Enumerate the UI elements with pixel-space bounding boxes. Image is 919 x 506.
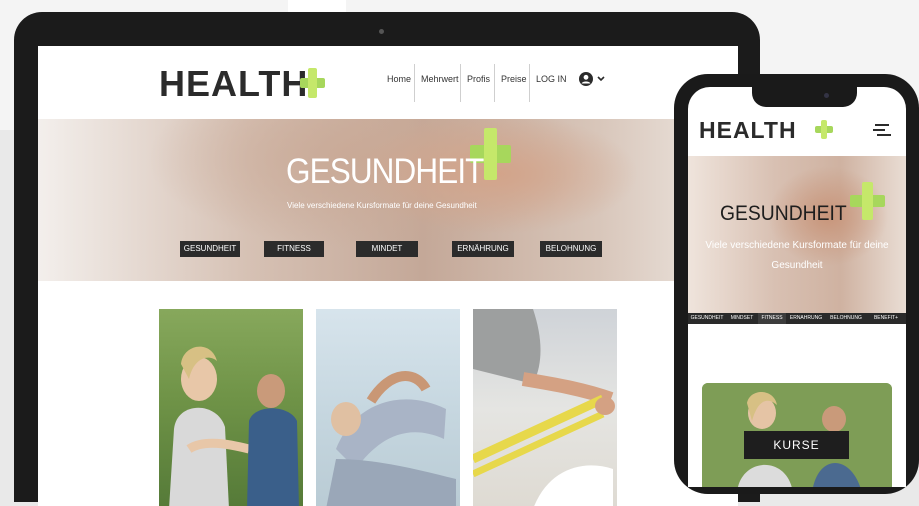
phone-course-card[interactable]: KURSE	[702, 383, 892, 487]
phone-category-benefit[interactable]: BENEFIT+	[866, 313, 906, 324]
stretching-illustration	[326, 371, 456, 506]
phone-hero-plus-icon	[850, 182, 885, 220]
phone-hero-title: GESUNDHEIT	[720, 202, 847, 225]
kurse-button[interactable]: KURSE	[744, 431, 849, 459]
phone-camera	[824, 93, 829, 98]
phone-category-ernahrung[interactable]: ERNAHRUNG	[786, 313, 826, 324]
chevron-down-icon[interactable]	[597, 76, 605, 82]
phone-frame: HEALTH GESUNDHEIT Viele verschiedene Kur…	[674, 74, 919, 494]
phone-screen: HEALTH GESUNDHEIT Viele verschiedene Kur…	[688, 87, 906, 487]
nav-divider	[529, 64, 530, 102]
category-button-mindet[interactable]: MINDET	[356, 241, 418, 257]
hero-subtitle: Viele verschiedene Kursformate für deine…	[287, 201, 477, 210]
nav-divider	[460, 64, 461, 102]
nav-home[interactable]: Home	[387, 74, 411, 84]
phone-notch	[752, 87, 857, 107]
category-button-fitness[interactable]: FITNESS	[264, 241, 324, 257]
nav-preise[interactable]: Preise	[501, 74, 527, 84]
phone-category-gesundheit[interactable]: GESUNDHEIT	[688, 313, 726, 324]
phone-category-fitness[interactable]: FITNESS	[758, 313, 786, 324]
laptop-frame: HEALTH Home Mehrwert Profis Preise LOG I…	[14, 12, 760, 506]
category-button-gesundheit[interactable]: GESUNDHEIT	[180, 241, 240, 257]
laptop-camera	[379, 29, 384, 34]
nav-profis[interactable]: Profis	[467, 74, 490, 84]
nav-divider	[494, 64, 495, 102]
logo-text: HEALTH	[159, 63, 309, 104]
phone-logo-text: HEALTH	[699, 117, 797, 143]
phone-hero-subtitle: Viele verschiedene Kursformate für deine…	[705, 240, 889, 271]
stretching-photo[interactable]	[316, 309, 460, 506]
category-button-belohnung[interactable]: BELOHNUNG	[540, 241, 602, 257]
nav-mehrwert[interactable]: Mehrwert	[421, 74, 459, 84]
resistance-band-photo[interactable]	[471, 309, 617, 506]
resistance-band-illustration	[471, 309, 615, 506]
site-header: HEALTH Home Mehrwert Profis Preise LOG I…	[38, 46, 738, 119]
background-notch	[288, 0, 346, 12]
site-logo[interactable]: HEALTH	[159, 63, 308, 105]
hero-title: GESUNDHEIT	[286, 152, 484, 191]
user-avatar-icon[interactable]	[579, 72, 593, 86]
hamburger-menu-icon[interactable]	[873, 123, 891, 137]
yoga-illustration	[169, 346, 299, 506]
category-button-ernaehrung[interactable]: ERNÄHRUNG	[452, 241, 514, 257]
phone-site-logo[interactable]: HEALTH	[699, 117, 797, 144]
laptop-screen: HEALTH Home Mehrwert Profis Preise LOG I…	[38, 46, 738, 506]
login-link[interactable]: LOG IN	[536, 74, 567, 84]
phone-logo-plus-icon	[815, 120, 833, 139]
phone-hero-banner: GESUNDHEIT Viele verschiedene Kursformat…	[688, 156, 906, 313]
phone-category-bar: GESUNDHEIT MINDSET FITNESS ERNAHRUNG BEL…	[688, 313, 906, 324]
phone-category-mindset[interactable]: MINDSET	[726, 313, 758, 324]
yoga-photo[interactable]	[159, 309, 303, 506]
nav-divider	[414, 64, 415, 102]
logo-plus-icon	[300, 68, 325, 98]
hero-banner: GESUNDHEIT Viele verschiedene Kursformat…	[38, 119, 738, 281]
phone-category-belohnung[interactable]: BELOHNUNG	[826, 313, 866, 324]
